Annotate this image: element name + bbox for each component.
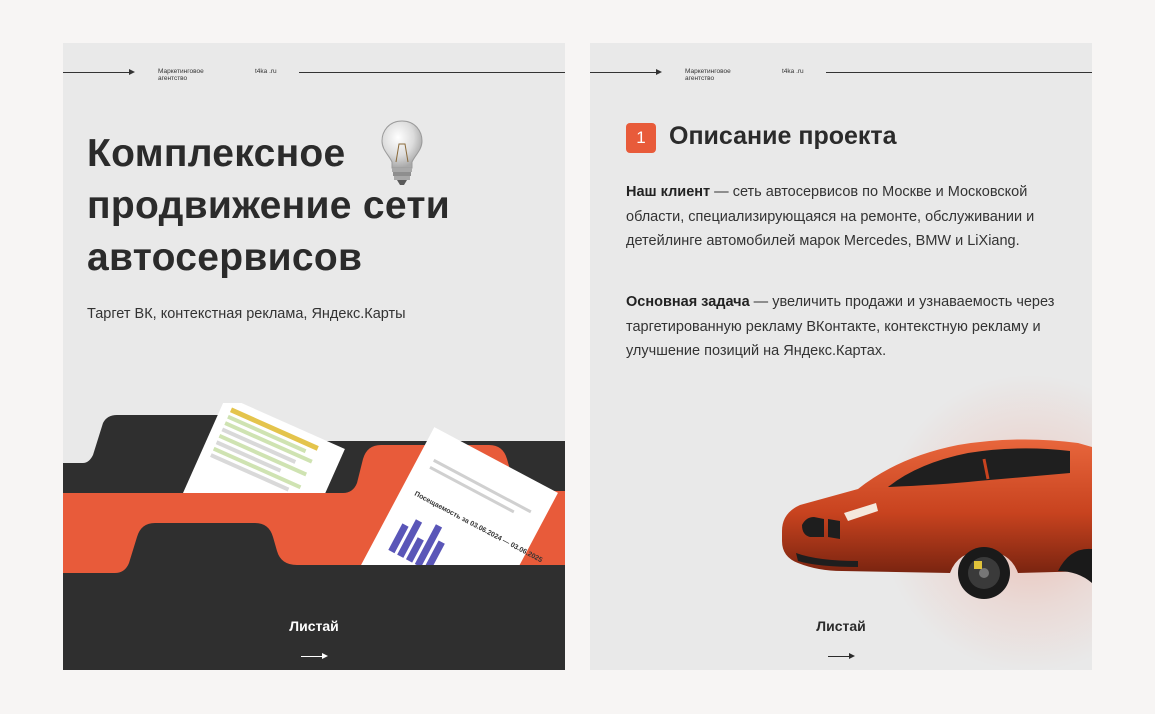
- arrow-right-icon: [849, 653, 855, 659]
- arrow-right-icon: [656, 69, 662, 75]
- task-paragraph: Основная задача — увеличить продажи и уз…: [626, 290, 1066, 364]
- page-title: Комплексное продвижение сети автосервисо…: [87, 132, 451, 279]
- section-title: Описание проекта: [669, 122, 897, 150]
- site-label: t4ka .ru: [782, 68, 804, 75]
- lightbulb-icon: [381, 120, 423, 185]
- client-label: Наш клиент: [626, 184, 711, 200]
- header-divider: [299, 72, 565, 73]
- swipe-arrow-line: [828, 656, 850, 657]
- arrow-right-icon: [129, 69, 135, 75]
- slide-description: Маркетинговое агентство t4ka .ru 1 Описа…: [590, 43, 1092, 670]
- swipe-hint[interactable]: Листай: [63, 610, 565, 670]
- swipe-hint[interactable]: Листай: [590, 610, 1092, 670]
- agency-label: Маркетинговое агентство: [685, 68, 731, 82]
- header-bar: Маркетинговое агентство t4ka .ru: [590, 43, 1092, 103]
- agency-label: Маркетинговое агентство: [158, 68, 204, 82]
- arrow-right-icon: [322, 653, 328, 659]
- swipe-arrow-line: [301, 656, 323, 657]
- header-arrow-line: [590, 72, 660, 73]
- slide-cover: Маркетинговое агентство t4ka .ru Комплек…: [63, 43, 565, 670]
- swipe-label[interactable]: Листай: [63, 618, 565, 634]
- swipe-label[interactable]: Листай: [590, 618, 1092, 634]
- header-arrow-line: [63, 72, 133, 73]
- header-divider: [826, 72, 1092, 73]
- step-number-badge: 1: [626, 123, 656, 153]
- task-label: Основная задача: [626, 294, 750, 310]
- client-paragraph: Наш клиент — сеть автосервисов по Москве…: [626, 180, 1066, 254]
- services-subtitle: Таргет ВК, контекстная реклама, Яндекс.К…: [87, 306, 406, 322]
- header-bar: Маркетинговое агентство t4ka .ru: [63, 43, 565, 103]
- site-label: t4ka .ru: [255, 68, 277, 75]
- car-illustration: [782, 439, 1092, 599]
